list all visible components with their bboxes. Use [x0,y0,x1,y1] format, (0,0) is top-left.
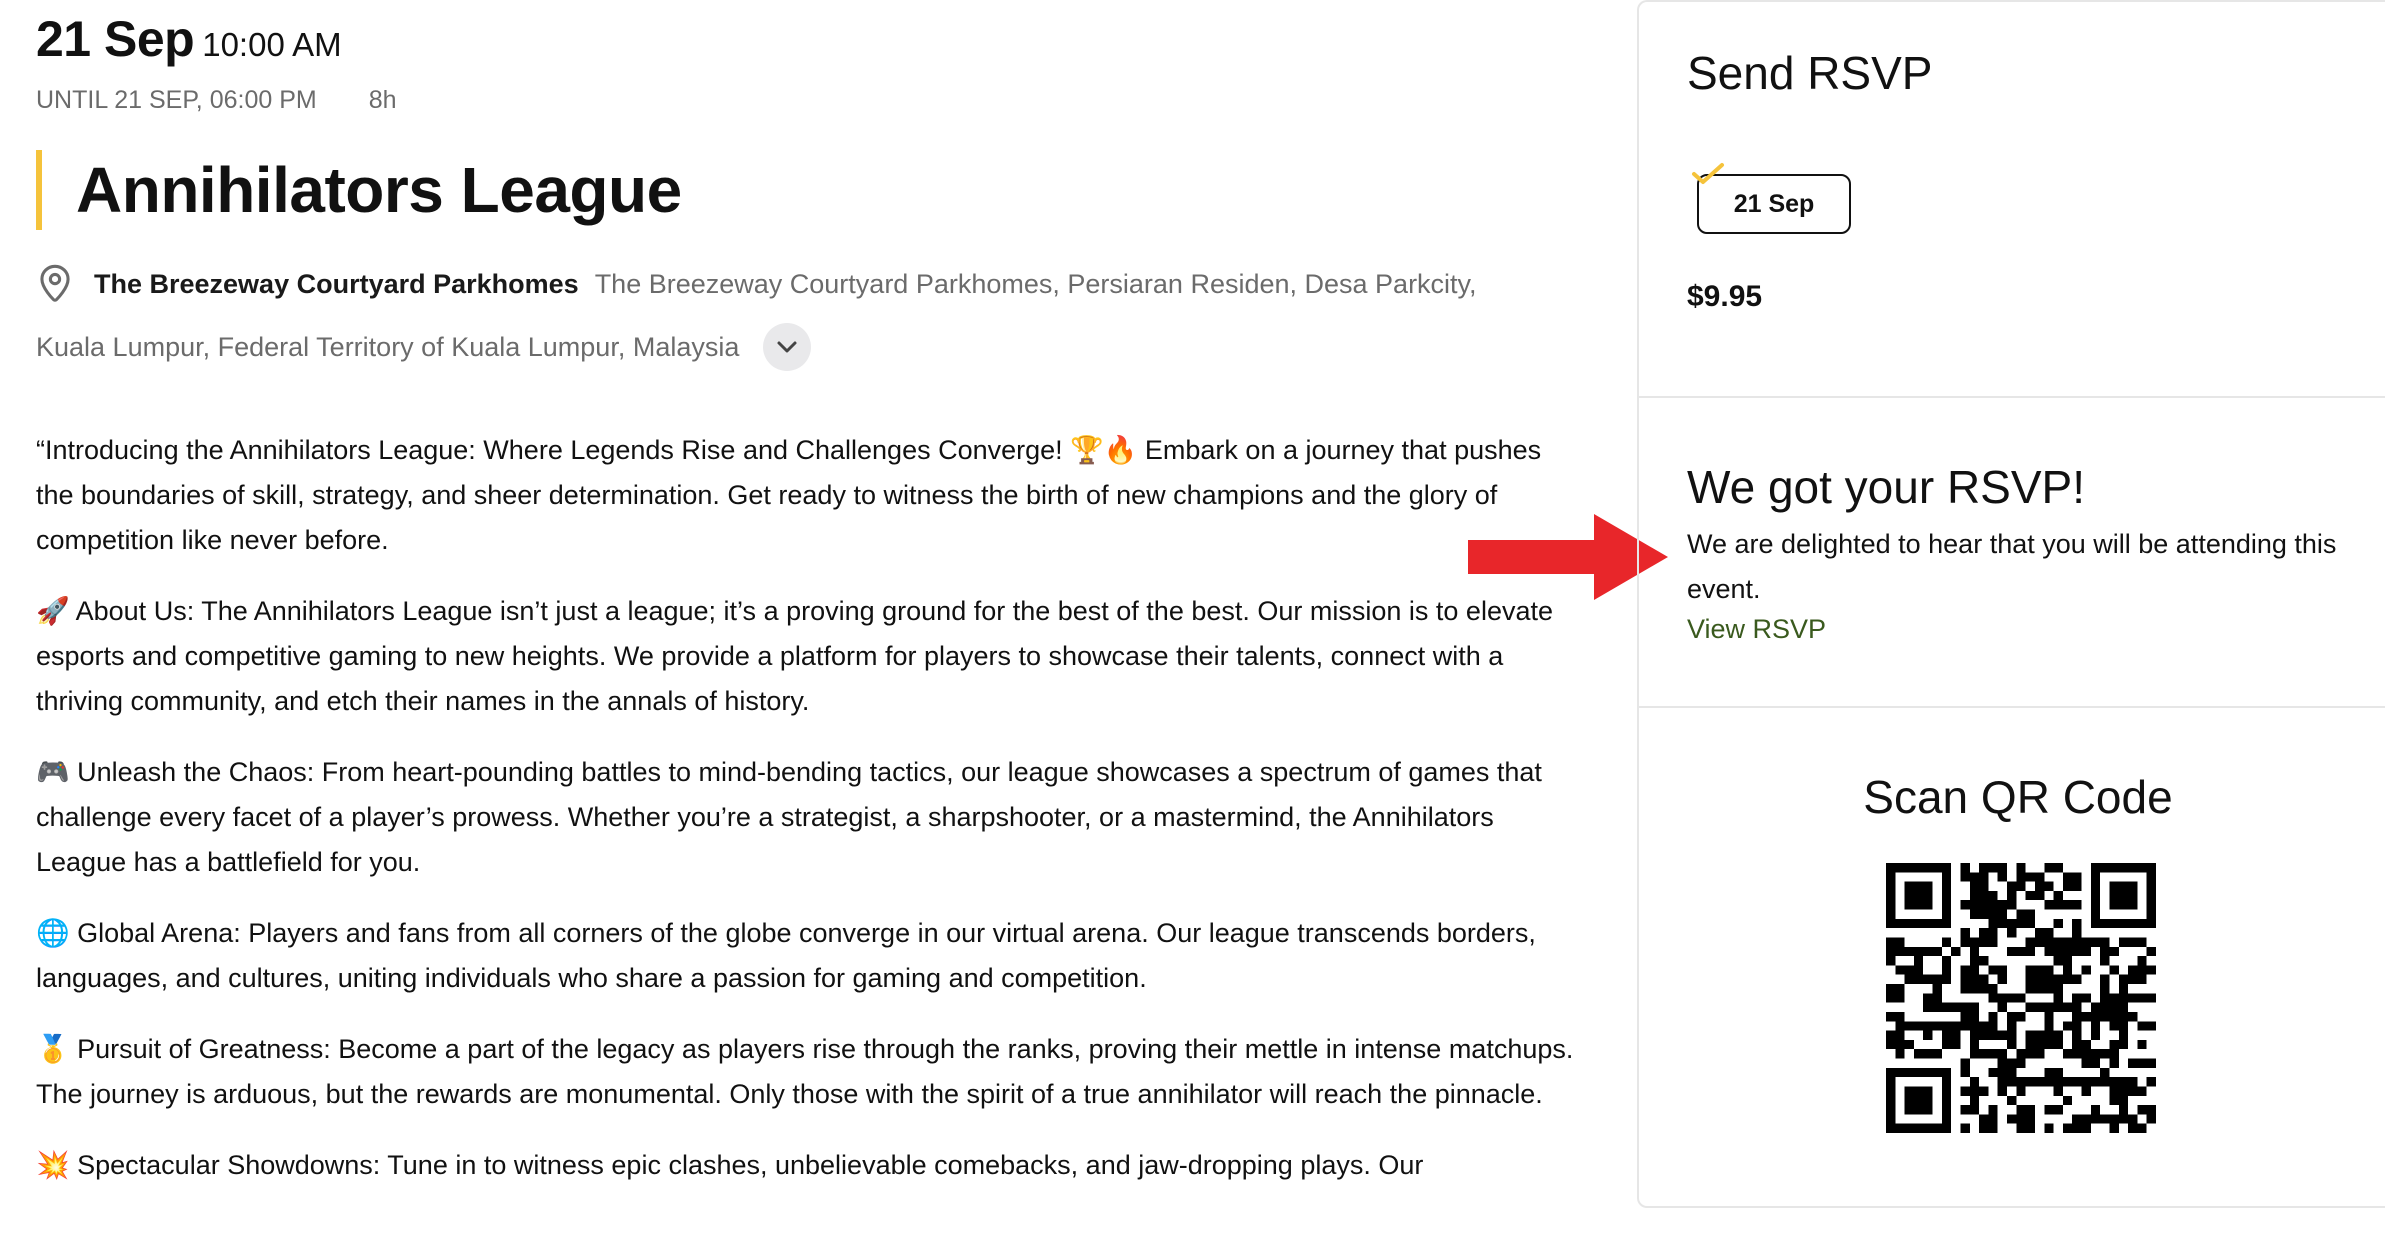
location-name: The Breezeway Courtyard Parkhomes [94,268,579,299]
event-page: 21 Sep 10:00 AM UNTIL 21 SEP, 06:00 PM 8h … [0,0,2385,1239]
checkmark-icon [1692,163,1724,184]
send-rsvp-card: Send RSVP 21 Sep $9.95 [1639,2,2385,398]
confirmation-message: We are delighted to hear that you will b… [1687,529,2337,604]
event-duration: 8h [368,86,397,114]
send-rsvp-title: Send RSVP [1687,47,1933,99]
location-row-2: Kuala Lumpur, Federal Territory of Kuala… [36,322,812,372]
event-time: 10:00 AM [202,26,342,63]
event-title: Annihilators League [76,154,682,226]
description-paragraph: “Introducing the Annihilators League: Wh… [36,435,1542,555]
qr-code-title: Scan QR Code [1863,771,2173,823]
qr-code-card: Scan QR Code [1639,708,2385,1208]
qr-code-icon [1886,863,2156,1133]
chevron-down-icon [777,341,797,353]
event-date-row: 21 Sep 10:00 AM [36,10,342,68]
description-paragraph: 🎮 Unleash the Chaos: From heart-pounding… [36,757,1542,877]
description-paragraph: 💥 Spectacular Showdowns: Tune in to witn… [36,1150,1424,1180]
description-paragraph: 🚀 About Us: The Annihilators League isn’… [36,596,1553,716]
expand-location-button[interactable] [763,323,812,371]
location-address-line2: Kuala Lumpur, Federal Territory of Kuala… [36,331,740,362]
description-paragraph: 🌐 Global Arena: Players and fans from al… [36,918,1536,993]
ticket-price: $9.95 [1687,280,1763,313]
rsvp-sidebar: Send RSVP 21 Sep $9.95 We got your RSVP!… [1637,0,2385,1208]
view-rsvp-link[interactable]: View RSVP [1687,614,1826,645]
map-pin-icon [40,264,70,302]
event-date: 21 Sep [36,11,195,67]
location-row: The Breezeway Courtyard Parkhomes The Br… [36,262,1576,306]
event-until: UNTIL 21 SEP, 06:00 PM [36,86,317,114]
location-address-line1: The Breezeway Courtyard Parkhomes, Persi… [594,268,1477,299]
event-description: “Introducing the Annihilators League: Wh… [36,428,1576,1214]
event-title-block: Annihilators League [36,150,682,230]
rsvp-confirmation-card: We got your RSVP! We are delighted to he… [1639,398,2385,708]
event-end-row: UNTIL 21 SEP, 06:00 PM 8h [36,86,397,115]
description-paragraph: 🥇 Pursuit of Greatness: Become a part of… [36,1034,1574,1109]
confirmation-title: We got your RSVP! [1687,461,2085,513]
